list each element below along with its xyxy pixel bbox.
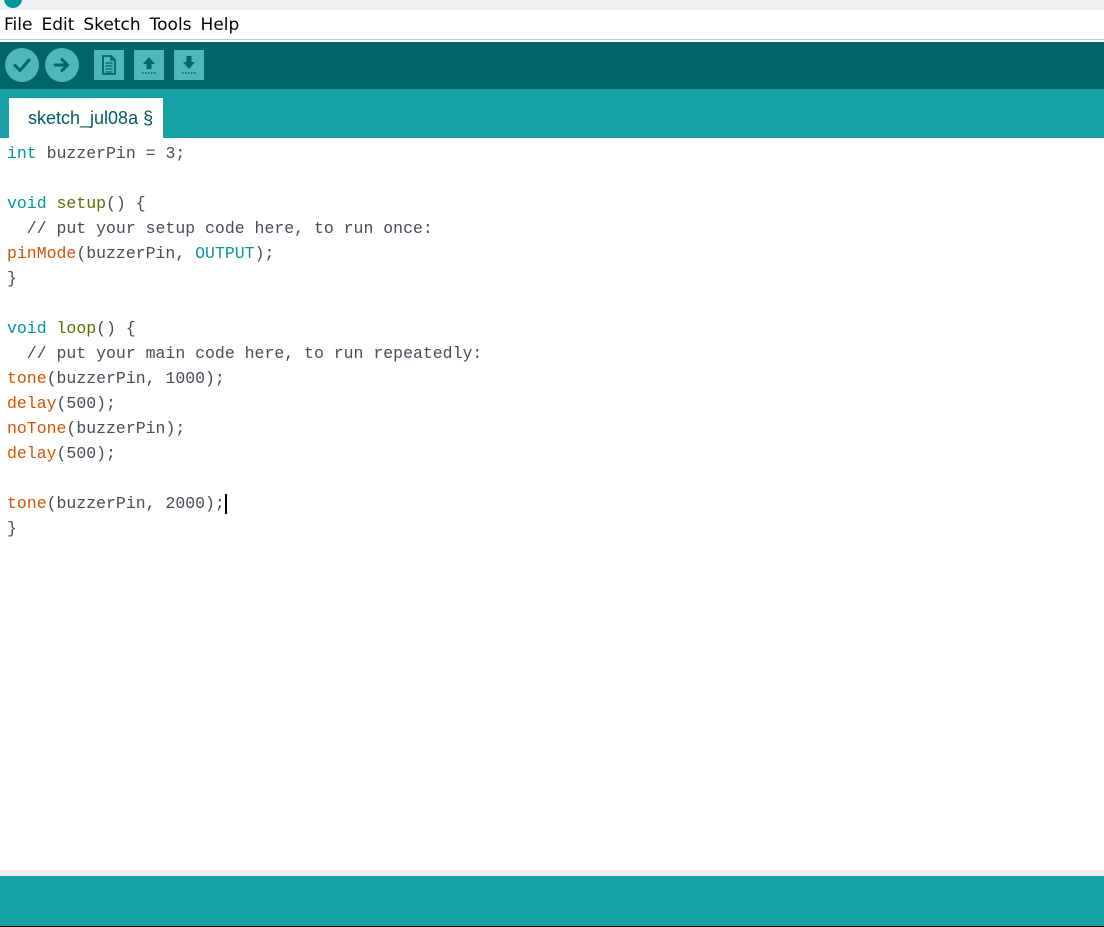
code-token: loop bbox=[56, 319, 97, 338]
menu-help[interactable]: Help bbox=[201, 15, 240, 35]
arrow-down-icon bbox=[182, 56, 196, 74]
code-token: ); bbox=[254, 244, 275, 263]
code-token: } bbox=[7, 269, 17, 288]
code-token: (500); bbox=[56, 444, 116, 463]
tab-label: sketch_jul08a § bbox=[28, 107, 154, 128]
code-line-11[interactable]: delay(500); bbox=[7, 391, 116, 416]
title-bar bbox=[0, 0, 1104, 10]
code-token: delay bbox=[7, 444, 57, 463]
code-token: tone bbox=[7, 369, 47, 388]
code-token: buzzerPin = 3; bbox=[36, 144, 186, 163]
tab-sketch-jul08a[interactable]: sketch_jul08a § bbox=[9, 98, 164, 138]
code-line-3[interactable]: void setup() { bbox=[7, 191, 146, 216]
code-token: int bbox=[7, 144, 37, 163]
menu-bar: File Edit Sketch Tools Help bbox=[0, 10, 1104, 40]
code-token: (buzzerPin, bbox=[76, 244, 196, 263]
tab-bar: sketch_jul08a § bbox=[0, 89, 1104, 138]
code-line-5[interactable]: pinMode(buzzerPin, OUTPUT); bbox=[7, 241, 274, 266]
console-status-bar bbox=[0, 876, 1104, 926]
code-token: () { bbox=[96, 319, 136, 338]
code-token: (buzzerPin); bbox=[66, 419, 186, 438]
code-line-16[interactable]: } bbox=[7, 516, 17, 541]
code-token: tone bbox=[7, 494, 47, 513]
arrow-right-icon bbox=[53, 58, 69, 72]
code-token: delay bbox=[7, 394, 57, 413]
code-token: (buzzerPin, 2000); bbox=[46, 494, 225, 513]
code-token: } bbox=[7, 519, 17, 538]
arduino-logo-icon bbox=[4, 0, 22, 8]
code-token: (500); bbox=[56, 394, 116, 413]
new-sketch-button[interactable] bbox=[94, 50, 124, 80]
arrow-up-icon bbox=[142, 57, 156, 74]
code-line-1[interactable]: int buzzerPin = 3; bbox=[7, 141, 185, 166]
code-comment: // put your main code here, to run repea… bbox=[7, 344, 483, 363]
open-button[interactable] bbox=[134, 50, 164, 80]
toolbar bbox=[0, 42, 1104, 89]
menu-tools[interactable]: Tools bbox=[150, 15, 192, 35]
code-comment: // put your setup code here, to run once… bbox=[7, 219, 433, 238]
save-button[interactable] bbox=[174, 50, 204, 80]
verify-button[interactable] bbox=[5, 48, 39, 82]
code-line-6[interactable]: } bbox=[7, 266, 17, 291]
code-line-12[interactable]: noTone(buzzerPin); bbox=[7, 416, 185, 441]
code-token: OUTPUT bbox=[195, 244, 255, 263]
code-line-8[interactable]: void loop() { bbox=[7, 316, 136, 341]
checkmark-icon bbox=[13, 58, 31, 72]
code-token: void bbox=[7, 319, 47, 338]
code-editor[interactable]: int buzzerPin = 3; void setup() { // put… bbox=[0, 138, 1104, 870]
code-line-4[interactable]: // put your setup code here, to run once… bbox=[7, 216, 433, 241]
code-token: () { bbox=[106, 194, 146, 213]
menu-file[interactable]: File bbox=[4, 15, 32, 35]
code-token: noTone bbox=[7, 419, 67, 438]
code-token: pinMode bbox=[7, 244, 77, 263]
code-token: setup bbox=[56, 194, 107, 213]
document-icon bbox=[102, 55, 116, 75]
upload-button[interactable] bbox=[45, 48, 79, 82]
code-token: (buzzerPin, 1000); bbox=[46, 369, 225, 388]
code-line-10[interactable]: tone(buzzerPin, 1000); bbox=[7, 366, 225, 391]
code-line-9[interactable]: // put your main code here, to run repea… bbox=[7, 341, 482, 366]
code-line-15[interactable]: tone(buzzerPin, 2000); bbox=[7, 491, 227, 516]
code-line-13[interactable]: delay(500); bbox=[7, 441, 116, 466]
menu-edit[interactable]: Edit bbox=[41, 15, 74, 35]
menu-sketch[interactable]: Sketch bbox=[83, 15, 140, 35]
code-token: void bbox=[7, 194, 47, 213]
text-cursor bbox=[224, 493, 227, 514]
